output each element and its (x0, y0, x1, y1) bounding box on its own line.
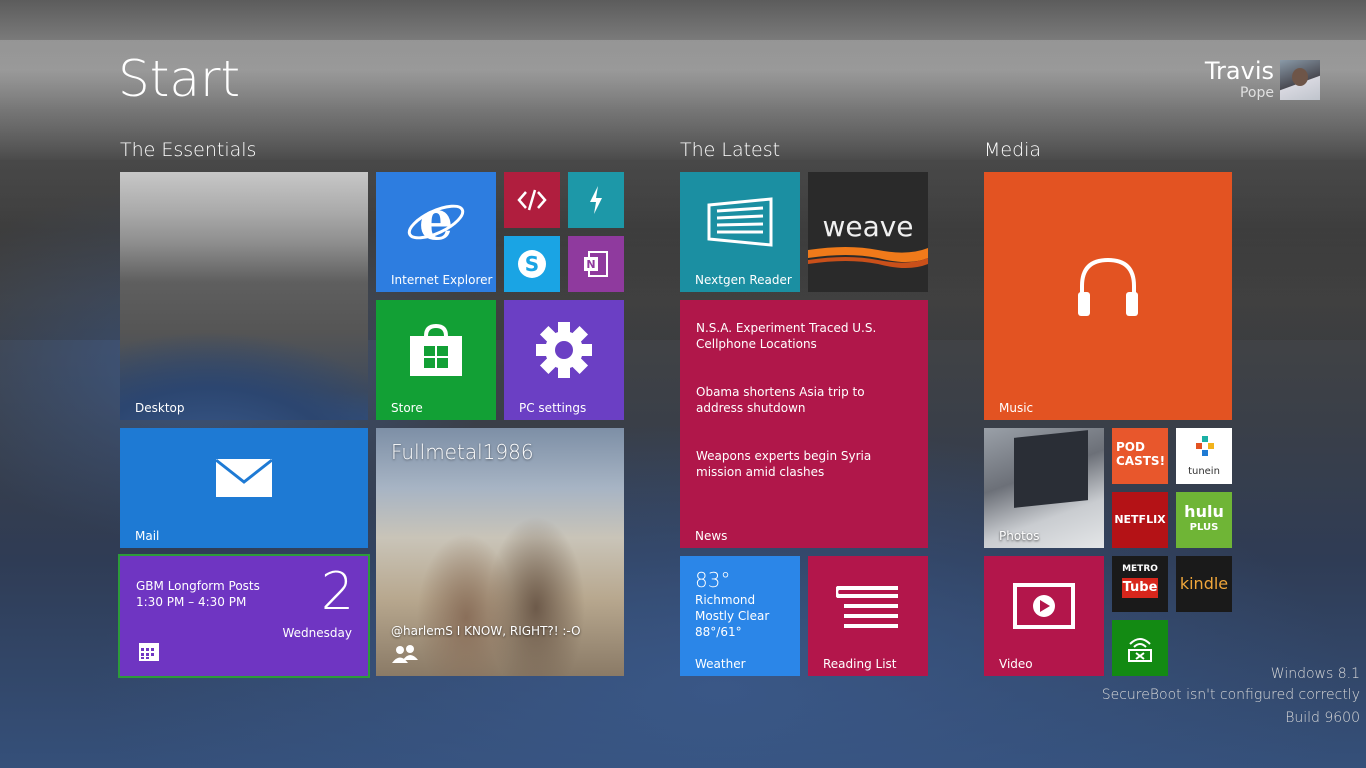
tile-mail-label: Mail (135, 529, 160, 543)
group-label-latest[interactable]: The Latest (680, 139, 780, 161)
user-first-name: Travis (1204, 57, 1274, 85)
tile-internet-explorer-label: Internet Explorer (391, 273, 493, 287)
lightning-icon (568, 172, 624, 228)
kindle-logo-text: kindle (1179, 574, 1229, 593)
watermark-secureboot: SecureBoot isn't configured correctly (1101, 687, 1360, 703)
podcasts-logo-text: POD CASTS! (1116, 440, 1166, 468)
store-bag-icon (376, 300, 496, 400)
tile-netflix[interactable]: NETFLIX (1112, 492, 1168, 548)
weather-condition: Mostly Clear (695, 609, 770, 623)
calendar-event-title: GBM Longform Posts (136, 579, 260, 593)
video-play-icon (984, 556, 1104, 656)
group-label-essentials[interactable]: The Essentials (120, 139, 256, 161)
xbox-smartglass-icon (1112, 620, 1168, 676)
calendar-day-number: 2 (320, 562, 354, 622)
hulu-plus-text: PLUS (1189, 522, 1219, 533)
user-last-name: Pope (1239, 85, 1274, 101)
reading-list-icon (808, 556, 928, 656)
reader-window-icon (680, 172, 800, 272)
tile-weave[interactable]: weave (808, 172, 928, 292)
tile-internet-explorer[interactable]: e Internet Explorer (376, 172, 496, 292)
tile-photos-label: Photos (999, 529, 1040, 543)
photo-phone-screen (1014, 430, 1088, 508)
code-icon (504, 172, 560, 228)
tile-xbox-smartglass[interactable] (1112, 620, 1168, 676)
tile-weather-label: Weather (695, 657, 746, 671)
tile-mail[interactable]: Mail (120, 428, 368, 548)
metrotube-logo-text: Tube (1122, 578, 1158, 598)
tile-reading-list[interactable]: Reading List (808, 556, 928, 676)
gear-icon (504, 300, 624, 400)
tile-code-writer[interactable] (504, 172, 560, 228)
svg-text:S: S (525, 252, 539, 276)
onenote-icon: N (568, 236, 624, 292)
tile-people[interactable]: Fullmetal1986 @harlemS I KNOW, RIGHT?! :… (376, 428, 624, 676)
tile-kindle[interactable]: kindle (1176, 556, 1232, 612)
tile-reading-list-label: Reading List (823, 657, 897, 671)
netflix-logo-text: NETFLIX (1114, 513, 1166, 526)
tile-calendar[interactable]: GBM Longform Posts 1:30 PM – 4:30 PM 2 W… (118, 554, 370, 678)
tile-pc-settings-label: PC settings (519, 401, 587, 415)
tunein-logo-text: tunein (1188, 466, 1220, 477)
tile-weather[interactable]: 83° Richmond Mostly Clear 88°/61° Weathe… (680, 556, 800, 676)
tile-video[interactable]: Video (984, 556, 1104, 676)
people-status: @harlemS I KNOW, RIGHT?! :-O (391, 624, 581, 638)
tile-metrotube[interactable]: METRO Tube (1112, 556, 1168, 612)
weather-city: Richmond (695, 593, 756, 607)
weave-wave-icon (808, 247, 928, 268)
news-headline-2: Obama shortens Asia trip to address shut… (696, 385, 865, 415)
tile-photos[interactable]: Photos (984, 428, 1104, 548)
tile-nextgen-reader[interactable]: Nextgen Reader (680, 172, 800, 292)
weather-range: 88°/61° (695, 625, 742, 639)
tile-music-label: Music (999, 401, 1034, 415)
tile-podcasts[interactable]: POD CASTS! (1112, 428, 1168, 484)
tile-store-label: Store (391, 401, 423, 415)
people-contact-name: Fullmetal1986 (391, 440, 534, 464)
weather-temperature: 83° (695, 568, 731, 592)
avatar[interactable] (1280, 60, 1320, 100)
tile-pc-settings[interactable]: PC settings (504, 300, 624, 420)
tile-arrow-app[interactable] (568, 172, 624, 228)
headphones-icon (984, 172, 1232, 402)
tile-news-label: News (695, 529, 728, 543)
svg-text:e: e (419, 192, 453, 252)
tile-desktop-label: Desktop (135, 401, 185, 415)
start-title: Start (118, 50, 241, 108)
group-label-media[interactable]: Media (984, 139, 1041, 161)
watermark-os-version: Windows 8.1 (1270, 666, 1360, 682)
metrotube-top-text: METRO (1122, 564, 1158, 574)
news-headline-1: N.S.A. Experiment Traced U.S. Cellphone … (696, 321, 877, 351)
tile-skype[interactable]: S (504, 236, 560, 292)
tile-hulu-plus[interactable]: hulu PLUS (1176, 492, 1232, 548)
hulu-logo-text: hulu (1184, 502, 1224, 521)
tile-desktop[interactable]: Desktop (120, 172, 368, 420)
tile-music[interactable]: Music (984, 172, 1232, 420)
people-icon (392, 644, 418, 668)
tile-video-label: Video (999, 657, 1033, 671)
tile-tunein[interactable]: tunein (1176, 428, 1232, 484)
news-headline-3: Weapons experts begin Syria mission amid… (696, 449, 872, 479)
skype-icon: S (504, 236, 560, 292)
internet-explorer-icon: e (376, 172, 496, 272)
tile-onenote[interactable]: N (568, 236, 624, 292)
tunein-icon (1196, 436, 1214, 462)
tile-nextgen-reader-label: Nextgen Reader (695, 273, 792, 287)
calendar-icon (138, 642, 160, 666)
calendar-weekday: Wednesday (282, 626, 352, 640)
weave-logo-text: weave (822, 210, 914, 243)
svg-text:N: N (586, 258, 595, 271)
user-account[interactable]: Travis Pope (1205, 58, 1320, 101)
mail-envelope-icon (120, 428, 368, 528)
tile-store[interactable]: Store (376, 300, 496, 420)
tile-news[interactable]: N.S.A. Experiment Traced U.S. Cellphone … (680, 300, 928, 548)
watermark-build: Build 9600 (1285, 710, 1360, 726)
calendar-event-time: 1:30 PM – 4:30 PM (136, 595, 247, 609)
